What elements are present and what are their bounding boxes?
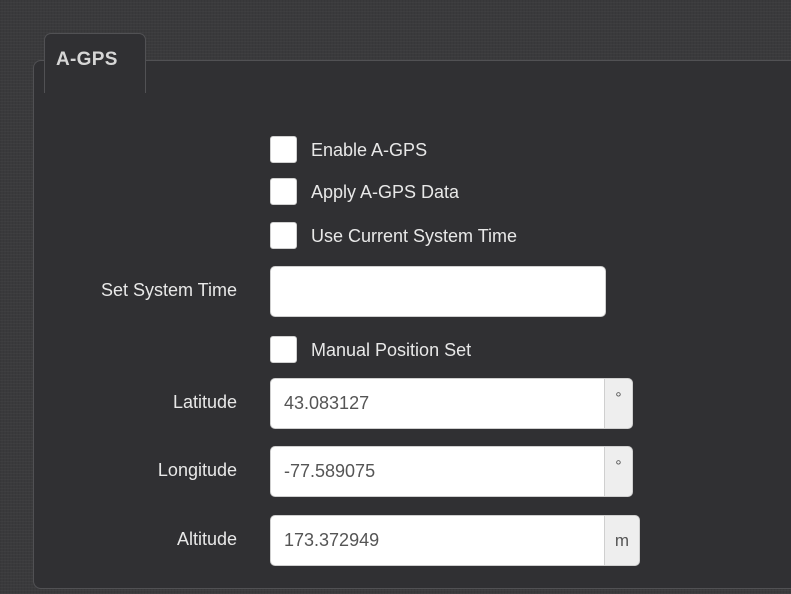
altitude-row: Altitude 173.372949 m bbox=[0, 515, 791, 566]
altitude-unit-addon: m bbox=[604, 515, 640, 566]
longitude-input[interactable]: -77.589075 bbox=[270, 446, 604, 497]
apply-agps-data-checkbox[interactable] bbox=[270, 178, 297, 205]
use-current-system-time-label[interactable]: Use Current System Time bbox=[311, 226, 517, 247]
set-system-time-row: Set System Time bbox=[0, 266, 791, 317]
use-current-system-time-row: Use Current System Time bbox=[0, 222, 791, 252]
manual-position-set-row: Manual Position Set bbox=[0, 336, 791, 366]
enable-agps-row: Enable A-GPS bbox=[0, 136, 791, 166]
set-system-time-label: Set System Time bbox=[100, 280, 237, 300]
set-system-time-input[interactable] bbox=[270, 266, 606, 317]
longitude-row: Longitude -77.589075 ° bbox=[0, 446, 791, 497]
apply-agps-data-label[interactable]: Apply A-GPS Data bbox=[311, 182, 459, 203]
apply-agps-data-row: Apply A-GPS Data bbox=[0, 178, 791, 208]
altitude-label: Altitude bbox=[176, 529, 237, 549]
latitude-label: Latitude bbox=[172, 392, 237, 412]
manual-position-set-checkbox[interactable] bbox=[270, 336, 297, 363]
latitude-input-group: 43.083127 ° bbox=[270, 378, 633, 429]
longitude-label: Longitude bbox=[157, 460, 237, 480]
use-current-system-time-checkbox[interactable] bbox=[270, 222, 297, 249]
latitude-row: Latitude 43.083127 ° bbox=[0, 378, 791, 429]
longitude-input-group: -77.589075 ° bbox=[270, 446, 633, 497]
altitude-input[interactable]: 173.372949 bbox=[270, 515, 604, 566]
longitude-unit-addon: ° bbox=[604, 446, 633, 497]
agps-settings-page: A-GPS Enable A-GPS Apply A-GPS Data Use … bbox=[0, 0, 791, 594]
manual-position-set-label[interactable]: Manual Position Set bbox=[311, 340, 471, 361]
tab-agps-label: A-GPS bbox=[56, 49, 118, 70]
latitude-input[interactable]: 43.083127 bbox=[270, 378, 604, 429]
tab-agps[interactable]: A-GPS bbox=[44, 33, 146, 93]
altitude-input-group: 173.372949 m bbox=[270, 515, 640, 566]
enable-agps-label[interactable]: Enable A-GPS bbox=[311, 140, 427, 161]
latitude-unit-addon: ° bbox=[604, 378, 633, 429]
enable-agps-checkbox[interactable] bbox=[270, 136, 297, 163]
